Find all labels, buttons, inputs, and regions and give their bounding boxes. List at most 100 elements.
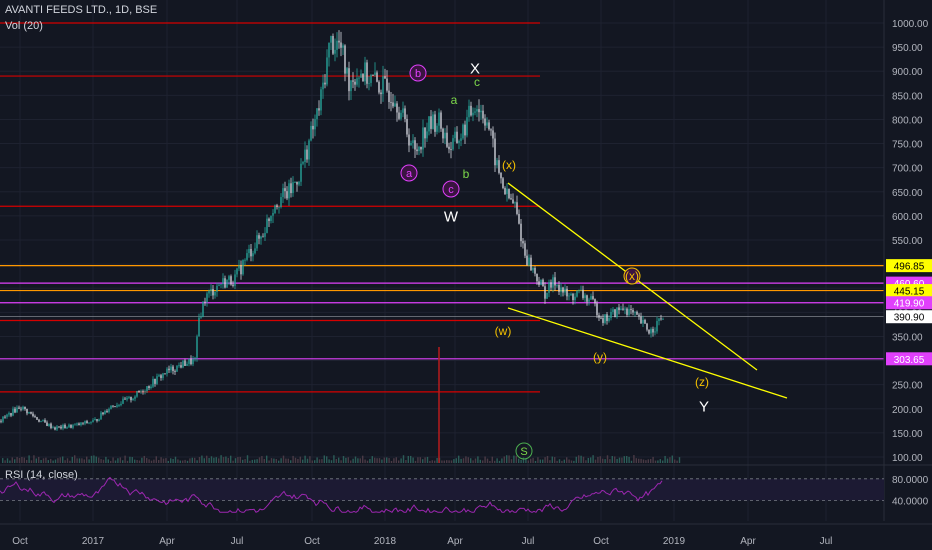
candle-body — [136, 390, 138, 397]
volume-bar — [623, 456, 625, 463]
volume-bar — [258, 457, 261, 463]
volume-bar — [184, 459, 186, 463]
candle-body — [598, 315, 600, 318]
candle-body — [96, 419, 98, 421]
candle-body — [586, 295, 588, 302]
price-tick-label: 250.00 — [892, 381, 923, 392]
candle-body — [636, 311, 638, 315]
candle-body — [580, 289, 582, 291]
candle-body — [478, 109, 480, 113]
volume-bar — [95, 456, 97, 463]
volume-bar — [225, 456, 227, 463]
candle-body — [298, 181, 300, 185]
volume-bar — [407, 455, 409, 463]
candle-body — [94, 419, 96, 421]
candle-body — [588, 299, 590, 302]
volume-bar — [208, 458, 210, 463]
candle-body — [306, 149, 308, 160]
candle-body — [86, 421, 88, 424]
candle-body — [226, 279, 228, 288]
price-chart[interactable]: b XcabacW(x)(x)(w)(y)(z)YS 1000.00950.009… — [0, 0, 932, 550]
candle-body — [332, 35, 334, 54]
volume-bar — [395, 457, 397, 463]
candle-body — [574, 296, 576, 301]
candle-body — [620, 308, 622, 311]
volume-bar — [242, 459, 244, 463]
level-price-text: 445.15 — [894, 287, 925, 298]
candle-body — [606, 314, 608, 321]
volume-bar — [194, 457, 196, 463]
candle-body — [34, 416, 36, 418]
candle-body — [18, 407, 20, 409]
candle-body — [442, 128, 444, 139]
candle-body — [276, 205, 278, 208]
candle-body — [244, 259, 246, 261]
candle-body — [554, 277, 556, 286]
candle-body — [176, 365, 178, 372]
candle-body — [652, 328, 654, 333]
volume-bar — [470, 458, 472, 463]
volume-bar — [410, 455, 412, 463]
candle-body — [568, 295, 570, 297]
candle-body — [396, 103, 398, 113]
volume-bar — [575, 456, 577, 463]
candle-body — [236, 268, 238, 275]
volume-bar — [198, 457, 201, 463]
volume-bar — [618, 457, 621, 463]
candle-body — [166, 368, 168, 374]
volume-bar — [446, 460, 448, 463]
candle-body — [480, 110, 482, 113]
volume-bar — [537, 457, 539, 463]
volume-bar — [489, 460, 491, 463]
candle-body — [650, 328, 652, 334]
candle-body — [44, 420, 46, 423]
volume-bar — [174, 456, 177, 463]
volume-bar — [486, 458, 489, 463]
volume-bar — [206, 455, 208, 463]
volume-bar — [14, 459, 16, 463]
time-tick-label: 2019 — [663, 536, 686, 547]
candle-body — [414, 140, 416, 150]
volume-bar — [69, 460, 71, 463]
volume-bar — [306, 458, 309, 463]
volume-bar — [33, 455, 35, 463]
candle-body — [542, 279, 544, 287]
volume-bar — [227, 457, 229, 463]
candle-body — [272, 212, 274, 216]
candle-body — [522, 241, 524, 244]
candle-body — [498, 160, 500, 173]
candle-body — [572, 293, 574, 301]
rsi-indicator-label: RSI (14, close) — [5, 469, 78, 481]
volume-bar — [405, 459, 407, 463]
candle-body — [342, 45, 344, 48]
volume-bar — [664, 455, 666, 463]
volume-bar — [316, 457, 318, 463]
volume-bar — [573, 460, 575, 463]
volume-bar — [554, 457, 556, 463]
volume-indicator-label: Vol (20) — [5, 20, 43, 32]
candle-body — [456, 131, 458, 143]
volume-bar — [484, 456, 486, 463]
candle-body — [510, 198, 512, 200]
volume-bar — [42, 458, 45, 463]
volume-bar — [294, 457, 297, 463]
price-tick-label: 550.00 — [892, 236, 923, 247]
volume-bar — [676, 460, 678, 463]
candle-body — [84, 421, 86, 424]
candle-body — [210, 289, 212, 291]
volume-bar — [654, 460, 657, 463]
candle-body — [412, 140, 414, 144]
candle-body — [252, 253, 254, 257]
volume-bar — [210, 456, 213, 463]
candle-body — [392, 102, 394, 107]
time-tick-label: Jul — [231, 536, 244, 547]
volume-bar — [9, 460, 11, 463]
volume-bar — [640, 458, 642, 463]
candle-body — [196, 336, 198, 358]
annotation-label: a — [406, 168, 413, 180]
candle-body — [6, 414, 8, 417]
candle-body — [612, 309, 614, 312]
volume-bar — [642, 459, 645, 463]
candle-body — [88, 422, 90, 424]
volume-bar — [345, 457, 347, 463]
